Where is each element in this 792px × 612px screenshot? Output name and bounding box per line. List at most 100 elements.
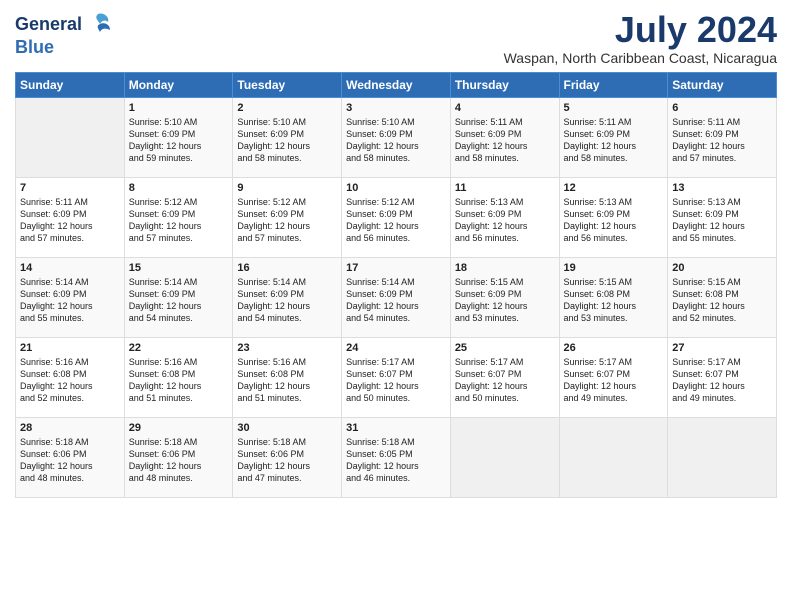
day-number: 28 [20, 422, 120, 434]
calendar-cell: 17 Sunrise: 5:14 AMSunset: 6:09 PMDayligh… [342, 257, 451, 337]
title-block: July 2024 Waspan, North Caribbean Coast,… [504, 10, 777, 66]
day-number: 23 [237, 342, 337, 354]
calendar-cell: 28Sunrise: 5:18 AMSunset: 6:06 PMDayligh… [16, 417, 125, 497]
day-number: 27 [672, 342, 772, 354]
day-info: Sunrise: 5:11 AMSunset: 6:09 PMDaylight:… [20, 196, 120, 245]
calendar-week-3: 14 Sunrise: 5:14 AMSunset: 6:09 PMDayligh… [16, 257, 777, 337]
day-number: 11 [455, 182, 555, 194]
day-number: 7 [20, 182, 120, 194]
col-thursday: Thursday [450, 72, 559, 97]
day-number: 16 [237, 262, 337, 274]
day-info: Sunrise: 5:15 AMSunset: 6:09 PMDaylight:… [455, 276, 555, 325]
day-info: Sunrise: 5:15 AMSunset: 6:08 PMDaylight:… [564, 276, 664, 325]
day-number: 5 [564, 102, 664, 114]
day-number: 25 [455, 342, 555, 354]
day-number: 20 [672, 262, 772, 274]
day-info: Sunrise: 5:17 AMSunset: 6:07 PMDaylight:… [564, 356, 664, 405]
calendar-cell: 1Sunrise: 5:10 AMSunset: 6:09 PMDaylight… [124, 97, 233, 177]
calendar-cell: 23 Sunrise: 5:16 AMSunset: 6:08 PMDayligh… [233, 337, 342, 417]
month-title: July 2024 [504, 10, 777, 50]
day-info: Sunrise: 5:12 AMSunset: 6:09 PMDaylight:… [346, 196, 446, 245]
col-saturday: Saturday [668, 72, 777, 97]
col-friday: Friday [559, 72, 668, 97]
calendar-cell: 16 Sunrise: 5:14 AMSunset: 6:09 PMDayligh… [233, 257, 342, 337]
day-number: 24 [346, 342, 446, 354]
day-number: 17 [346, 262, 446, 274]
calendar-cell: 26Sunrise: 5:17 AMSunset: 6:07 PMDayligh… [559, 337, 668, 417]
calendar-cell: 2 Sunrise: 5:10 AMSunset: 6:09 PMDaylight… [233, 97, 342, 177]
col-sunday: Sunday [16, 72, 125, 97]
day-number: 10 [346, 182, 446, 194]
day-info: Sunrise: 5:17 AMSunset: 6:07 PMDaylight:… [346, 356, 446, 405]
calendar-cell: 29 Sunrise: 5:18 AMSunset: 6:06 PMDayligh… [124, 417, 233, 497]
day-info: Sunrise: 5:17 AMSunset: 6:07 PMDaylight:… [455, 356, 555, 405]
day-info: Sunrise: 5:14 AMSunset: 6:09 PMDaylight:… [237, 276, 337, 325]
day-number: 21 [20, 342, 120, 354]
calendar-cell: 24 Sunrise: 5:17 AMSunset: 6:07 PMDayligh… [342, 337, 451, 417]
day-number: 14 [20, 262, 120, 274]
header-row: Sunday Monday Tuesday Wednesday Thursday… [16, 72, 777, 97]
calendar-cell: 18 Sunrise: 5:15 AMSunset: 6:09 PMDayligh… [450, 257, 559, 337]
day-info: Sunrise: 5:13 AMSunset: 6:09 PMDaylight:… [455, 196, 555, 245]
day-info: Sunrise: 5:16 AMSunset: 6:08 PMDaylight:… [20, 356, 120, 405]
calendar-cell: 21 Sunrise: 5:16 AMSunset: 6:08 PMDayligh… [16, 337, 125, 417]
day-info: Sunrise: 5:12 AMSunset: 6:09 PMDaylight:… [129, 196, 229, 245]
col-monday: Monday [124, 72, 233, 97]
calendar-cell: 11 Sunrise: 5:13 AMSunset: 6:09 PMDayligh… [450, 177, 559, 257]
day-number: 29 [129, 422, 229, 434]
calendar-cell: 10 Sunrise: 5:12 AMSunset: 6:09 PMDayligh… [342, 177, 451, 257]
logo-bird-icon [84, 10, 112, 38]
day-info: Sunrise: 5:18 AMSunset: 6:05 PMDaylight:… [346, 436, 446, 485]
day-number: 4 [455, 102, 555, 114]
calendar-cell: 5Sunrise: 5:11 AMSunset: 6:09 PMDaylight… [559, 97, 668, 177]
day-info: Sunrise: 5:18 AMSunset: 6:06 PMDaylight:… [237, 436, 337, 485]
day-info: Sunrise: 5:10 AMSunset: 6:09 PMDaylight:… [237, 116, 337, 165]
calendar-cell: 15 Sunrise: 5:14 AMSunset: 6:09 PMDayligh… [124, 257, 233, 337]
day-number: 8 [129, 182, 229, 194]
calendar-cell: 25 Sunrise: 5:17 AMSunset: 6:07 PMDayligh… [450, 337, 559, 417]
calendar-cell: 20 Sunrise: 5:15 AMSunset: 6:08 PMDayligh… [668, 257, 777, 337]
day-info: Sunrise: 5:15 AMSunset: 6:08 PMDaylight:… [672, 276, 772, 325]
logo-text-general: General [15, 15, 82, 33]
calendar-week-2: 7 Sunrise: 5:11 AMSunset: 6:09 PMDaylight… [16, 177, 777, 257]
calendar-cell: 30 Sunrise: 5:18 AMSunset: 6:06 PMDayligh… [233, 417, 342, 497]
day-info: Sunrise: 5:10 AMSunset: 6:09 PMDaylight:… [346, 116, 446, 165]
calendar-cell: 27Sunrise: 5:17 AMSunset: 6:07 PMDayligh… [668, 337, 777, 417]
calendar-cell: 7 Sunrise: 5:11 AMSunset: 6:09 PMDaylight… [16, 177, 125, 257]
day-number: 18 [455, 262, 555, 274]
day-info: Sunrise: 5:18 AMSunset: 6:06 PMDaylight:… [129, 436, 229, 485]
calendar-cell: 6Sunrise: 5:11 AMSunset: 6:09 PMDaylight… [668, 97, 777, 177]
day-number: 22 [129, 342, 229, 354]
logo-text-blue: Blue [15, 38, 112, 56]
day-info: Sunrise: 5:16 AMSunset: 6:08 PMDaylight:… [129, 356, 229, 405]
day-number: 15 [129, 262, 229, 274]
day-info: Sunrise: 5:11 AMSunset: 6:09 PMDaylight:… [672, 116, 772, 165]
day-info: Sunrise: 5:16 AMSunset: 6:08 PMDaylight:… [237, 356, 337, 405]
calendar-cell [16, 97, 125, 177]
page: General Blue July 2024 Waspan, North Car… [0, 0, 792, 612]
calendar-cell: 8 Sunrise: 5:12 AMSunset: 6:09 PMDaylight… [124, 177, 233, 257]
day-number: 2 [237, 102, 337, 114]
col-tuesday: Tuesday [233, 72, 342, 97]
calendar-cell: 31Sunrise: 5:18 AMSunset: 6:05 PMDayligh… [342, 417, 451, 497]
day-info: Sunrise: 5:13 AMSunset: 6:09 PMDaylight:… [564, 196, 664, 245]
day-info: Sunrise: 5:14 AMSunset: 6:09 PMDaylight:… [20, 276, 120, 325]
calendar-cell [559, 417, 668, 497]
day-info: Sunrise: 5:14 AMSunset: 6:09 PMDaylight:… [346, 276, 446, 325]
calendar-cell: 22 Sunrise: 5:16 AMSunset: 6:08 PMDayligh… [124, 337, 233, 417]
day-number: 19 [564, 262, 664, 274]
calendar-week-4: 21 Sunrise: 5:16 AMSunset: 6:08 PMDayligh… [16, 337, 777, 417]
day-info: Sunrise: 5:12 AMSunset: 6:09 PMDaylight:… [237, 196, 337, 245]
day-info: Sunrise: 5:13 AMSunset: 6:09 PMDaylight:… [672, 196, 772, 245]
day-number: 13 [672, 182, 772, 194]
calendar-table: Sunday Monday Tuesday Wednesday Thursday… [15, 72, 777, 498]
calendar-cell [450, 417, 559, 497]
logo: General Blue [15, 10, 112, 56]
day-number: 30 [237, 422, 337, 434]
calendar-week-5: 28 Sunrise: 5:18 AMSunset: 6:06 PMDayligh… [16, 417, 777, 497]
calendar-week-1: 1Sunrise: 5:10 AMSunset: 6:09 PMDaylight… [16, 97, 777, 177]
day-info: Sunrise: 5:11 AMSunset: 6:09 PMDaylight:… [455, 116, 555, 165]
day-info: Sunrise: 5:10 AMSunset: 6:09 PMDaylight:… [129, 116, 229, 165]
col-wednesday: Wednesday [342, 72, 451, 97]
day-info: Sunrise: 5:14 AMSunset: 6:09 PMDaylight:… [129, 276, 229, 325]
